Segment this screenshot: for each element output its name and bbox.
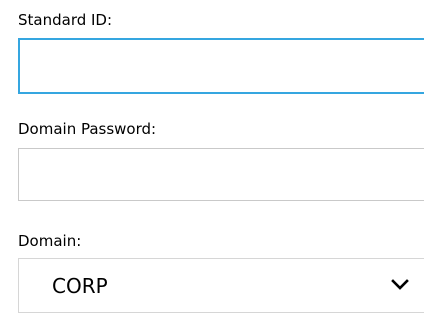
standard-id-input[interactable] <box>18 38 424 94</box>
domain-password-input[interactable] <box>18 148 424 201</box>
domain-select-value: CORP <box>52 274 108 298</box>
domain-password-label: Domain Password: <box>18 120 157 138</box>
standard-id-label: Standard ID: <box>18 11 113 29</box>
domain-select[interactable]: CORP <box>18 258 424 313</box>
login-form: Standard ID: Domain Password: Domain: CO… <box>0 0 424 316</box>
domain-label: Domain: <box>18 232 82 250</box>
chevron-down-icon <box>391 279 409 290</box>
